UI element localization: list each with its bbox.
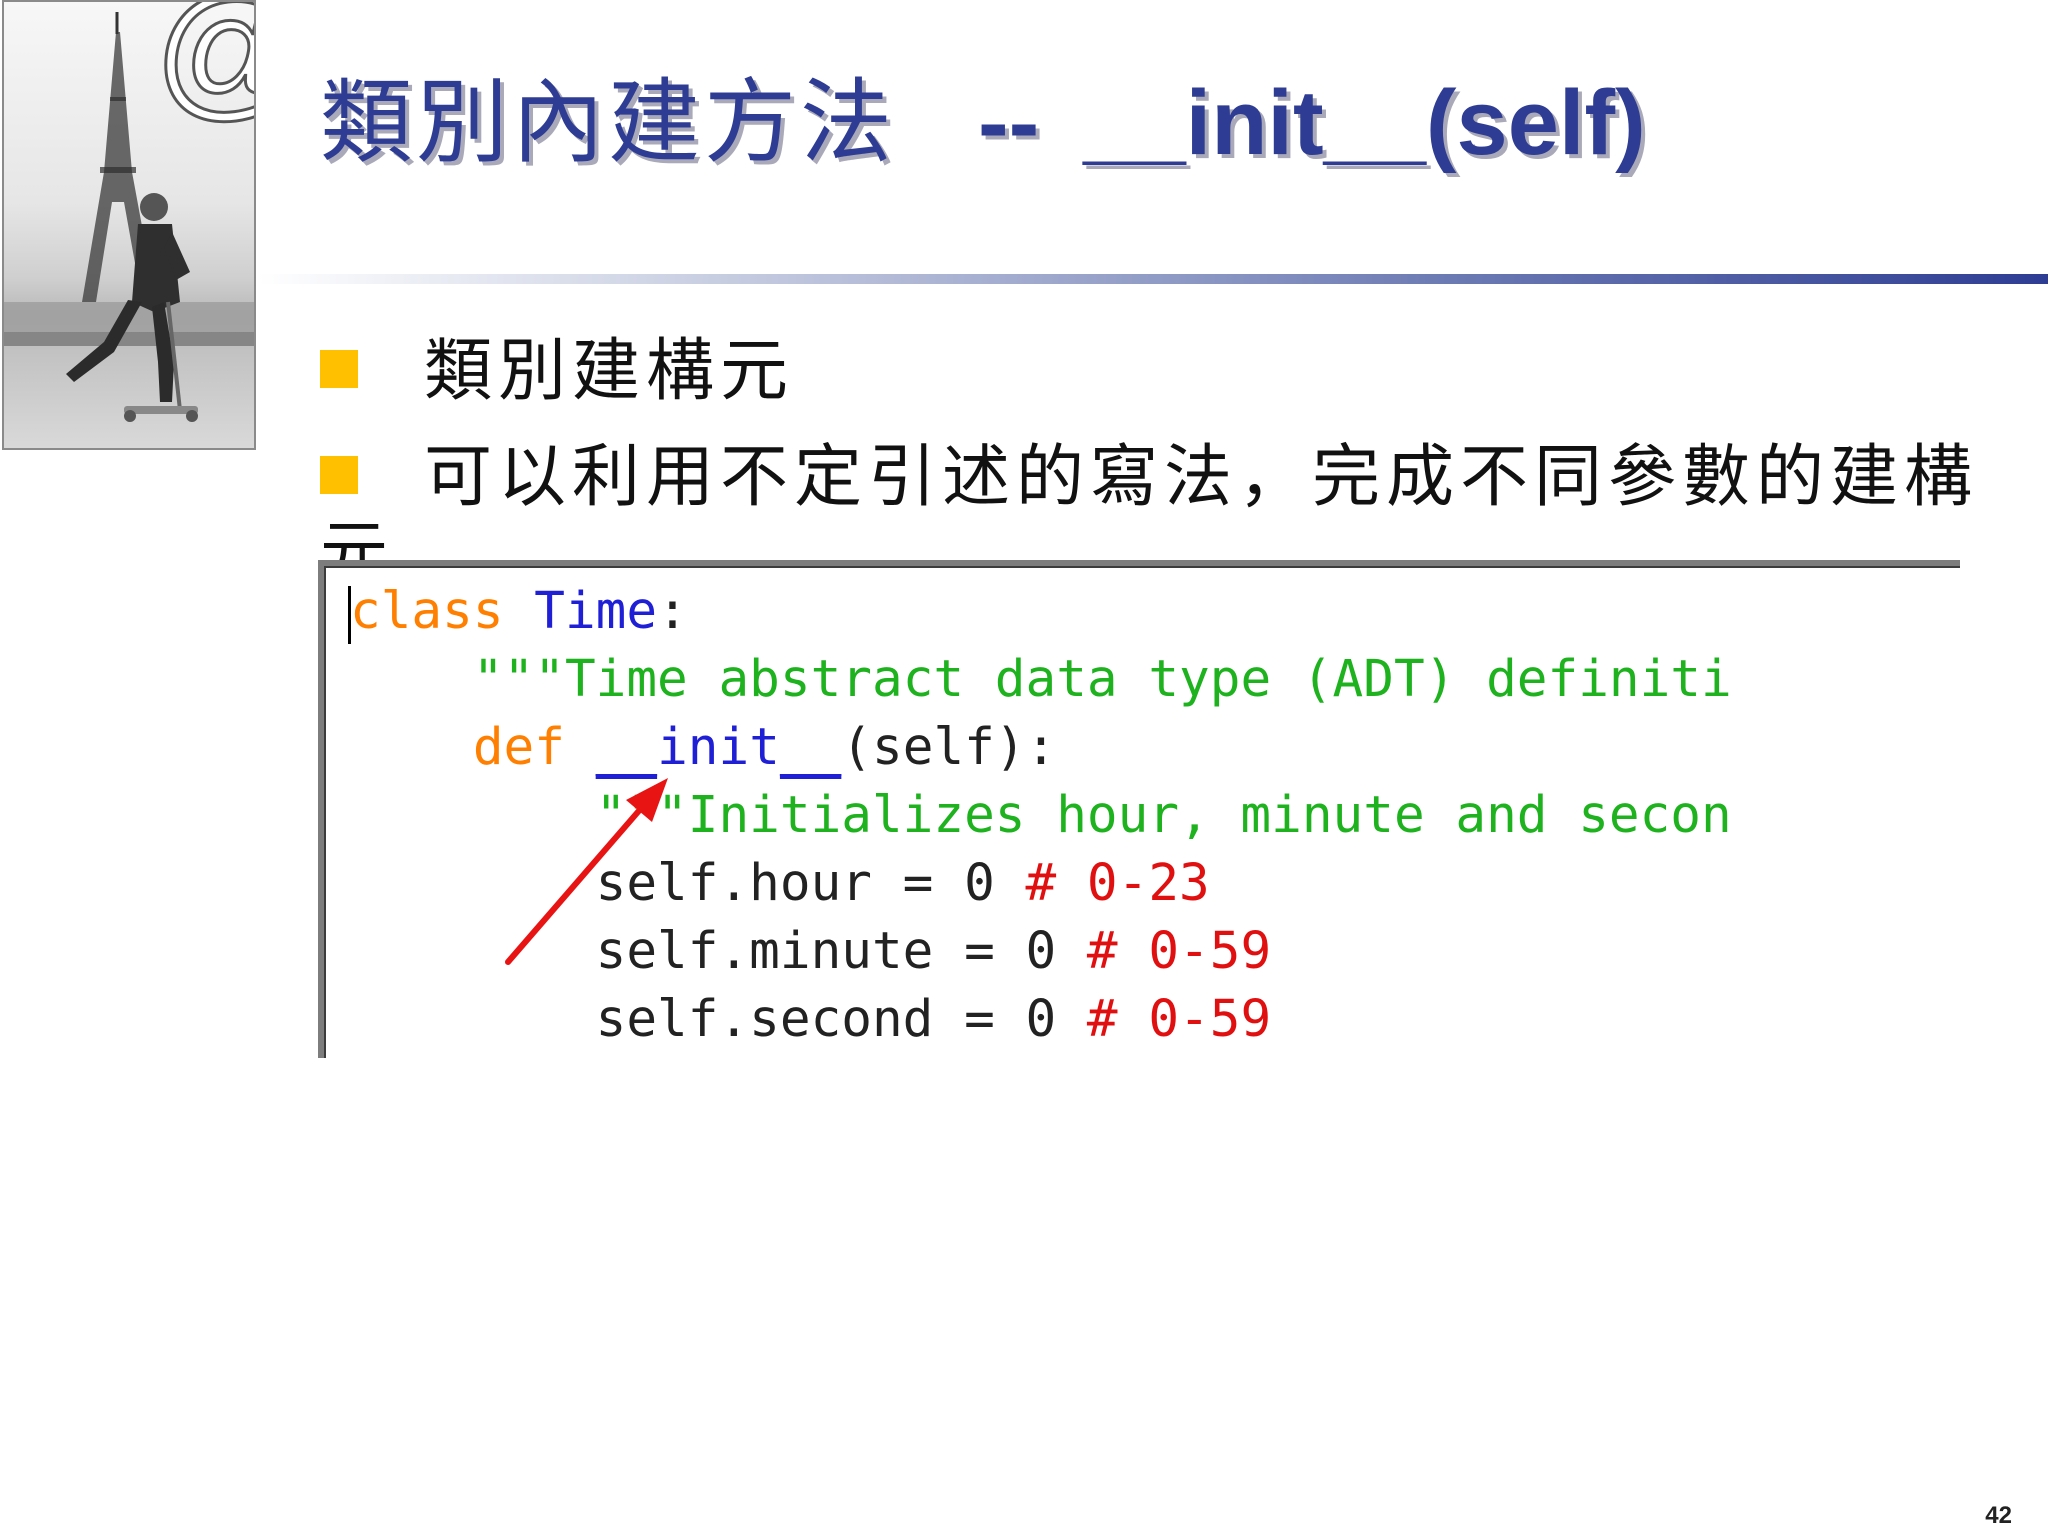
code-keyword-def: def xyxy=(472,718,565,777)
code-docstring-class: """Time abstract data type (ADT) definit… xyxy=(472,650,1732,709)
code-method-name: init xyxy=(657,718,780,777)
at-symbol-logo: @ xyxy=(152,2,254,126)
slide-title-method: __init__(self) xyxy=(1083,72,1646,174)
code-screenshot: class Time: """Time abstract data type (… xyxy=(318,560,1960,1058)
code-class-name: Time xyxy=(534,582,658,641)
code-hour-assign: self.hour = 0 xyxy=(595,854,1026,913)
slide-title: 類別內建方法 -- __init__(self) xyxy=(320,68,1646,178)
code-minute-comment: # 0-59 xyxy=(1086,922,1272,981)
code-underscore-right: __ xyxy=(779,718,842,777)
code-second-comment: # 0-59 xyxy=(1086,990,1272,1049)
bullet-text-2-wrap: 元 xyxy=(320,520,395,560)
eiffel-photo: @ xyxy=(2,0,256,450)
bullet-text-1: 類別建構元 xyxy=(424,332,795,411)
code-method-params: (self): xyxy=(841,718,1057,777)
slide-title-chinese: 類別內建方法 xyxy=(320,69,897,176)
bullet-marker-1 xyxy=(320,350,358,388)
page-number: 42 xyxy=(1985,1502,2012,1529)
code-keyword-class: class xyxy=(350,582,504,641)
code-block: class Time: """Time abstract data type (… xyxy=(350,578,1732,1054)
title-divider xyxy=(258,274,2048,284)
code-minute-assign: self.minute = 0 xyxy=(595,922,1087,981)
slide-title-dash: -- xyxy=(978,72,1040,174)
code-docstring-init: """Initializes hour, minute and secon xyxy=(595,786,1732,845)
bullet-text-2: 可以利用不定引述的寫法，完成不同參數的建構 xyxy=(424,438,1979,517)
code-second-assign: self.second = 0 xyxy=(595,990,1087,1049)
code-underscore-left: __ xyxy=(595,718,658,777)
bullet-marker-2 xyxy=(320,456,358,494)
code-hour-comment: # 0-23 xyxy=(1025,854,1210,913)
code-colon: : xyxy=(657,582,688,641)
